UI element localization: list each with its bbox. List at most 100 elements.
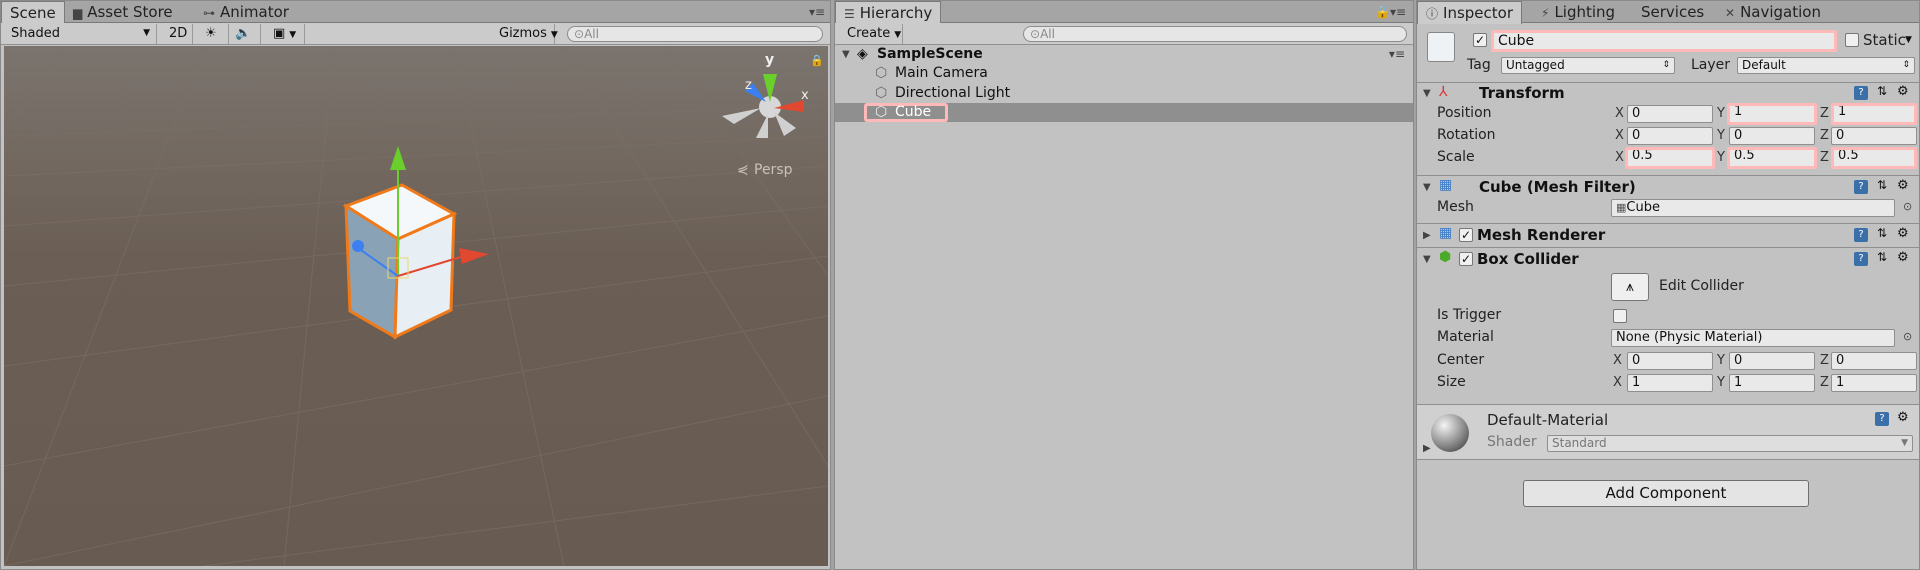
- scene-panel-menu-icon[interactable]: ▾≡: [809, 5, 825, 19]
- preset-icon[interactable]: ⇅: [1877, 84, 1887, 98]
- hierarchy-item-label: Directional Light: [895, 85, 1011, 101]
- rotation-z-field[interactable]: 0: [1831, 127, 1917, 145]
- rotation-y-field[interactable]: 0: [1729, 127, 1815, 145]
- position-z-field[interactable]: 1: [1831, 103, 1917, 125]
- help-icon[interactable]: ?: [1875, 412, 1889, 426]
- size-y-field[interactable]: 1: [1729, 374, 1815, 392]
- static-checkbox[interactable]: [1845, 33, 1859, 47]
- active-checkbox[interactable]: ✓: [1473, 33, 1487, 47]
- lock-icon[interactable]: 🔒: [810, 54, 824, 67]
- help-icon[interactable]: ?: [1854, 252, 1868, 266]
- tab-inspector[interactable]: ⓘ Inspector: [1417, 1, 1522, 24]
- hierarchy-item-directional-light[interactable]: ⬡ Directional Light: [835, 84, 1413, 103]
- z-axis-label: Z: [1820, 375, 1829, 390]
- layer-dropdown[interactable]: Default ⇕: [1737, 57, 1915, 74]
- z-axis-handle[interactable]: [352, 240, 364, 252]
- collapse-triangle-icon[interactable]: ▼: [1423, 254, 1431, 265]
- object-name-field[interactable]: Cube: [1491, 30, 1837, 52]
- tab-asset-store[interactable]: ▆ Asset Store: [65, 1, 181, 23]
- tab-scene[interactable]: Scene: [1, 1, 65, 24]
- is-trigger-checkbox[interactable]: [1613, 309, 1627, 323]
- center-z-field[interactable]: 0: [1831, 352, 1917, 370]
- scene-viewport[interactable]: y x z 🔒 ⋞ Persp: [4, 46, 828, 566]
- shader-label: Shader: [1487, 434, 1537, 450]
- box-collider-header[interactable]: ▼ ⬢ ✓ Box Collider ? ⇅ ⚙: [1417, 249, 1919, 269]
- scene-toolbar: Shaded ▼ 2D ☀ 🔈 ▣ ▼ Gizmos ▼ ⊙All: [1, 23, 830, 45]
- gear-icon[interactable]: ⚙: [1897, 410, 1909, 425]
- add-component-button[interactable]: Add Component: [1523, 480, 1809, 507]
- mode-2d-button[interactable]: 2D: [163, 24, 193, 44]
- gizmos-dropdown[interactable]: Gizmos ▼: [493, 24, 558, 44]
- help-icon[interactable]: ?: [1854, 228, 1868, 242]
- center-y-field[interactable]: 0: [1729, 352, 1815, 370]
- hierarchy-tabbar: ☰ Hierarchy 🔒▾≡: [835, 1, 1413, 24]
- gear-icon[interactable]: ⚙: [1897, 178, 1909, 193]
- size-z-field[interactable]: 1: [1831, 374, 1917, 392]
- scale-x-field[interactable]: 0.5: [1625, 147, 1715, 169]
- help-icon[interactable]: ?: [1854, 86, 1868, 100]
- scale-z-field[interactable]: 0.5: [1831, 147, 1917, 169]
- center-x-field[interactable]: 0: [1627, 352, 1713, 370]
- position-x-field[interactable]: 0: [1627, 105, 1713, 123]
- preset-icon[interactable]: ⇅: [1877, 178, 1887, 192]
- help-icon[interactable]: ?: [1854, 180, 1868, 194]
- size-x-field[interactable]: 1: [1627, 374, 1713, 392]
- preset-icon[interactable]: ⇅: [1877, 226, 1887, 240]
- edit-collider-label: Edit Collider: [1659, 278, 1744, 294]
- cube-object[interactable]: [342, 183, 458, 340]
- scene-root-row[interactable]: ▼ ◈ SampleScene ▾≡: [835, 45, 1413, 64]
- mesh-renderer-enabled-checkbox[interactable]: ✓: [1459, 228, 1473, 242]
- gear-icon[interactable]: ⚙: [1897, 250, 1909, 265]
- physic-material-field[interactable]: None (Physic Material): [1611, 329, 1895, 347]
- inspector-tabbar: ⓘ Inspector ⚡ Lighting Services ✕ Navigatio…: [1417, 1, 1919, 24]
- preset-icon[interactable]: ⇅: [1877, 250, 1887, 264]
- box-collider-enabled-checkbox[interactable]: ✓: [1459, 252, 1473, 266]
- mesh-renderer-header[interactable]: ▶ ▦ ✓ Mesh Renderer ? ⇅ ⚙: [1417, 225, 1919, 245]
- tab-hierarchy[interactable]: ☰ Hierarchy: [835, 1, 942, 24]
- shader-dropdown[interactable]: Standard ▼: [1547, 435, 1913, 452]
- object-picker-icon[interactable]: ⊙: [1903, 330, 1912, 343]
- mesh-filter-header[interactable]: ▼ ▦ Cube (Mesh Filter) ? ⇅ ⚙: [1417, 177, 1919, 197]
- shading-mode-dropdown[interactable]: Shaded ▼: [5, 24, 157, 44]
- gear-icon[interactable]: ⚙: [1897, 84, 1909, 99]
- rotation-x-field[interactable]: 0: [1627, 127, 1713, 145]
- z-axis-label: Z: [1820, 106, 1829, 121]
- collapse-triangle-icon[interactable]: ▼: [1423, 182, 1431, 193]
- transform-title: Transform: [1479, 84, 1565, 102]
- create-dropdown[interactable]: Create ▼: [841, 24, 903, 44]
- scene-search-input[interactable]: ⊙All: [567, 26, 823, 42]
- search-icon: ⊙: [574, 27, 585, 41]
- mesh-row: Mesh ▦Cube ⊙: [1417, 197, 1919, 219]
- scale-label: Scale: [1437, 149, 1475, 165]
- tab-lighting[interactable]: ⚡ Lighting: [1533, 1, 1623, 23]
- chevron-down-icon[interactable]: ▼: [1905, 35, 1912, 45]
- tab-navigation[interactable]: ✕ Navigation: [1717, 1, 1829, 23]
- object-picker-icon[interactable]: ⊙: [1903, 200, 1912, 213]
- edit-collider-row: ⩚ Edit Collider: [1417, 271, 1919, 303]
- scene-menu-icon[interactable]: ▾≡: [1389, 45, 1405, 64]
- position-y-field[interactable]: 1: [1727, 103, 1817, 125]
- gear-icon[interactable]: ⚙: [1897, 226, 1909, 241]
- lighting-toggle-button[interactable]: ☀: [199, 24, 229, 44]
- expand-triangle-icon[interactable]: ▶: [1423, 443, 1431, 454]
- effects-toggle-button[interactable]: ▣ ▼: [267, 24, 305, 44]
- audio-toggle-button[interactable]: 🔈: [229, 24, 261, 44]
- transform-header[interactable]: ▼ ⅄ Transform ? ⇅ ⚙: [1417, 83, 1919, 103]
- tag-dropdown[interactable]: Untagged ⇕: [1501, 57, 1675, 74]
- collapse-triangle-icon[interactable]: ▼: [842, 45, 850, 64]
- tab-services[interactable]: Services: [1633, 1, 1712, 23]
- material-label: Material: [1437, 329, 1494, 345]
- mesh-field[interactable]: ▦Cube: [1611, 199, 1895, 217]
- hierarchy-lock-icon[interactable]: 🔒▾≡: [1375, 5, 1406, 19]
- hierarchy-search-input[interactable]: ⊙All: [1023, 26, 1407, 42]
- hierarchy-item-main-camera[interactable]: ⬡ Main Camera: [835, 64, 1413, 83]
- divider: [1417, 223, 1919, 224]
- edit-collider-button[interactable]: ⩚: [1611, 273, 1649, 301]
- chevron-icon: ⇕: [1662, 60, 1670, 70]
- persp-label[interactable]: Persp: [754, 162, 793, 178]
- hierarchy-item-cube[interactable]: ⬡ Cube: [835, 103, 1413, 122]
- collapse-triangle-icon[interactable]: ▼: [1423, 88, 1431, 99]
- tab-animator[interactable]: ⊶ Animator: [195, 1, 297, 23]
- expand-triangle-icon[interactable]: ▶: [1423, 230, 1431, 241]
- scale-y-field[interactable]: 0.5: [1727, 147, 1817, 169]
